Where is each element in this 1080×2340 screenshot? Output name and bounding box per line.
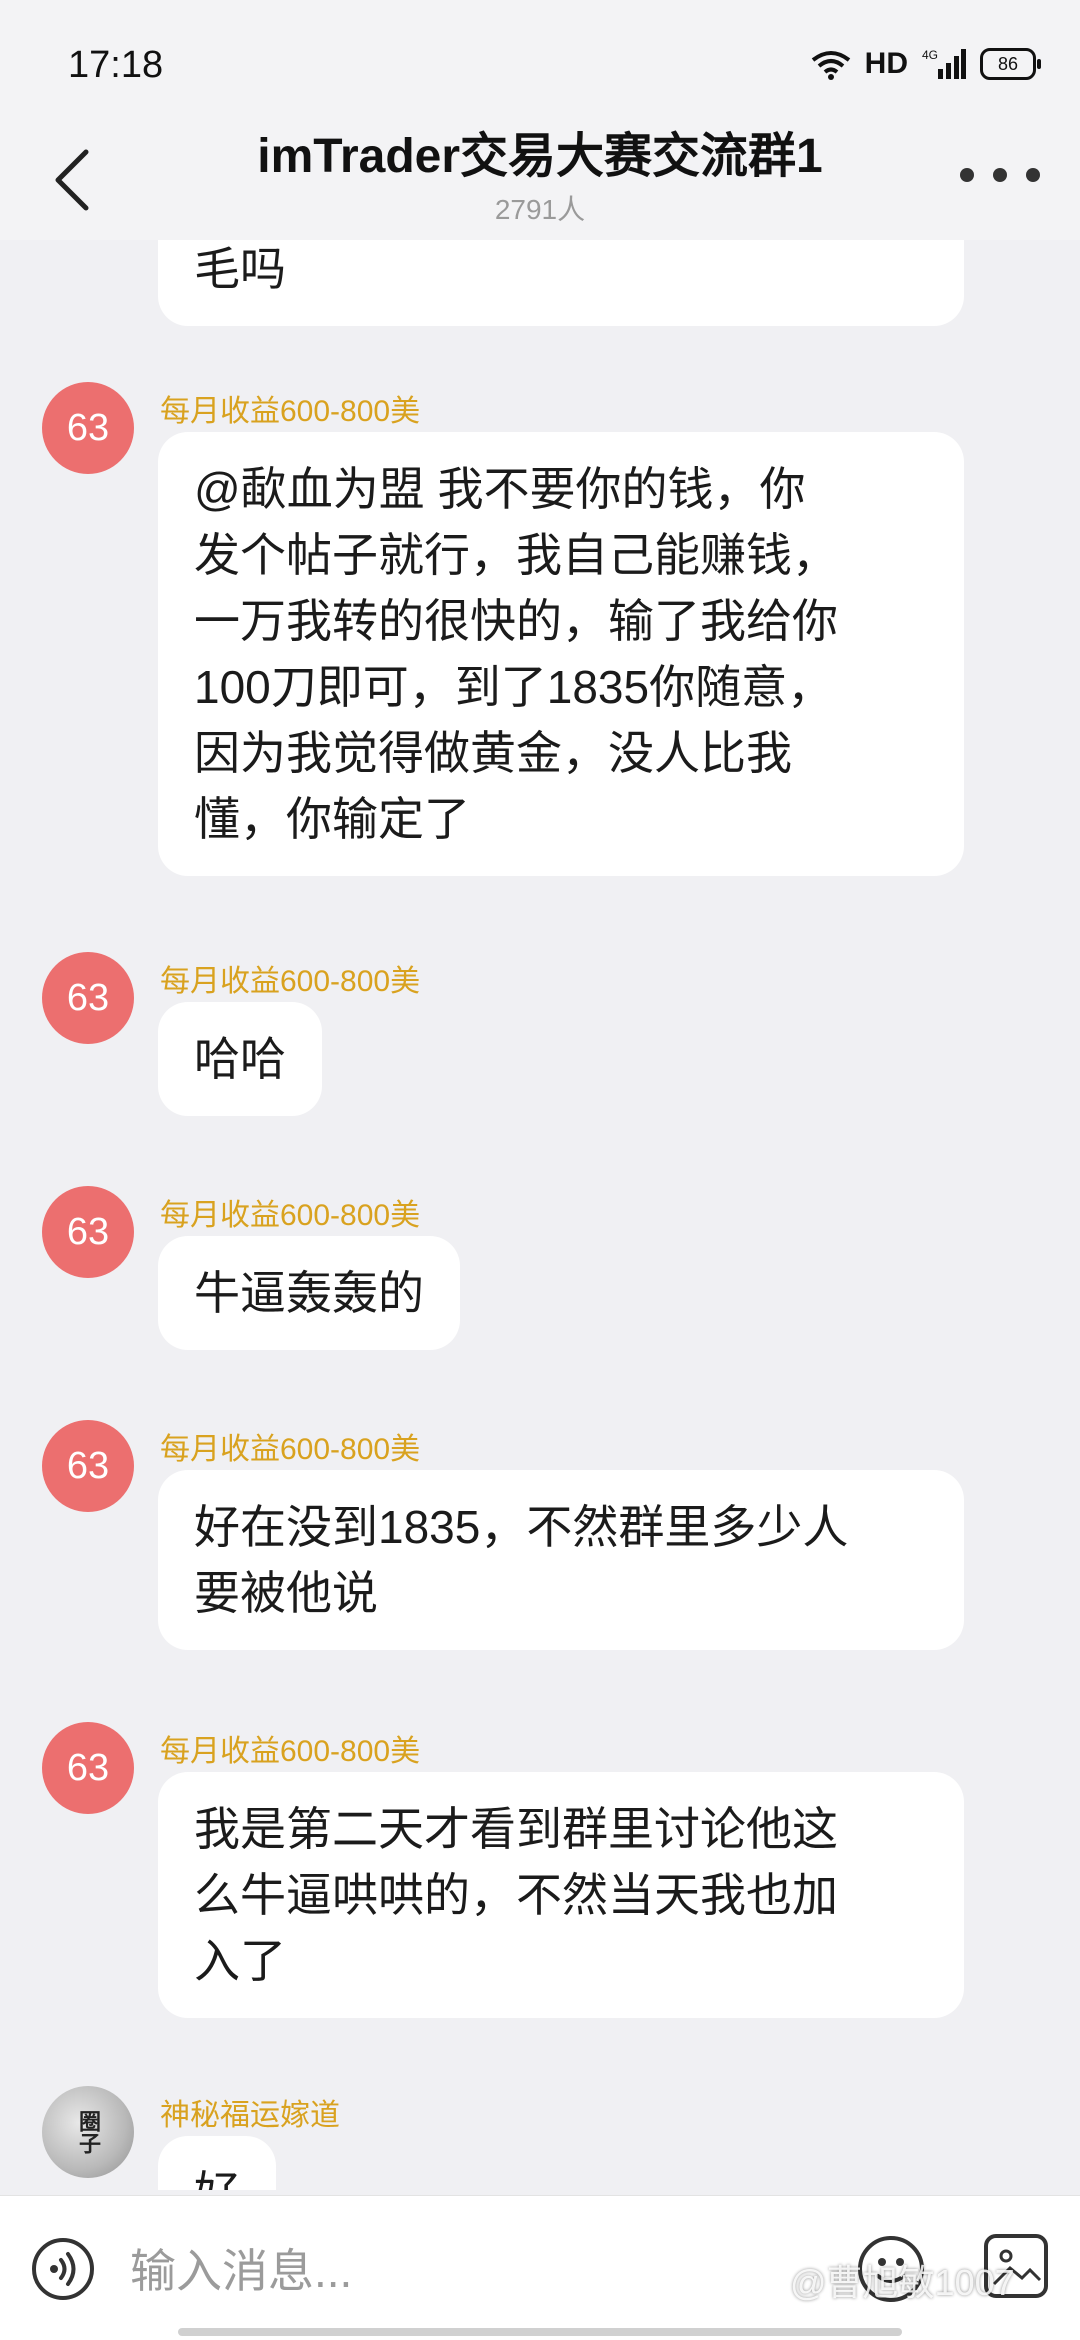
voice-button[interactable] (32, 2238, 94, 2300)
avatar[interactable]: 63 (42, 382, 134, 474)
message-text: 要被他说 (194, 1567, 378, 1619)
more-dot-icon (993, 168, 1007, 182)
more-button[interactable] (960, 150, 1040, 200)
message-text: 发个帖子就行，我自己能赚钱， (194, 529, 838, 581)
member-count: 2791人 (494, 194, 586, 225)
battery-icon: 86 (980, 48, 1041, 80)
message-text: @歃血为盟 我不要你的钱，你 (194, 463, 806, 515)
message-text: 牛逼轰轰的 (194, 1267, 424, 1319)
message-list[interactable]: 毛吗 63 每月收益600-800美 @歃血为盟 我不要你的钱，你 发个帖子就行… (0, 240, 1080, 2190)
sender-name: 每月收益600-800美 (160, 395, 421, 428)
more-dot-icon (1026, 168, 1040, 182)
message-text: 哈哈 (194, 1033, 286, 1085)
watermark: @曹旭敏1007 (790, 2262, 1015, 2303)
message-bubble[interactable]: 毛吗 (158, 240, 964, 326)
message-bubble[interactable]: 牛逼轰轰的 (158, 1236, 460, 1350)
message-input[interactable] (128, 2232, 752, 2310)
sender-name: 每月收益600-800美 (160, 965, 421, 998)
message-text: 么牛逼哄哄的，不然当天我也加 (194, 1869, 838, 1921)
message-bubble[interactable]: 哈哈 (158, 1002, 322, 1116)
message-text: 100刀即可，到了1835你随意， (194, 661, 834, 713)
message-bubble[interactable]: 好 (158, 2136, 276, 2190)
group-title: imTrader交易大赛交流群1 (257, 130, 823, 183)
message-text: 因为我觉得做黄金，没人比我 (194, 727, 792, 779)
sender-name: 每月收益600-800美 (160, 1199, 421, 1232)
message-text: 懂，你输定了 (194, 793, 470, 845)
message-text: 好 (194, 2160, 240, 2190)
avatar[interactable]: 63 (42, 952, 134, 1044)
message-bubble[interactable]: @歃血为盟 我不要你的钱，你 发个帖子就行，我自己能赚钱， 一万我转的很快的，输… (158, 432, 964, 876)
message-bubble[interactable]: 好在没到1835，不然群里多少人 要被他说 (158, 1470, 964, 1650)
avatar[interactable]: 63 (42, 1722, 134, 1814)
avatar[interactable]: 圈子 (42, 2086, 134, 2178)
status-bar: 17:18 HD 4G 86 (0, 0, 1080, 120)
home-indicator[interactable] (178, 2328, 902, 2336)
message-text: 入了 (194, 1935, 286, 1987)
sender-name: 每月收益600-800美 (160, 1735, 421, 1768)
message-text: 好在没到1835，不然群里多少人 (194, 1501, 849, 1553)
voice-icon (50, 2252, 76, 2286)
avatar[interactable]: 63 (42, 1420, 134, 1512)
message-text: 一万我转的很快的，输了我给你 (194, 595, 838, 647)
avatar[interactable]: 63 (42, 1186, 134, 1278)
message-text: 毛吗 (194, 243, 286, 295)
status-icons: HD 4G 86 (811, 44, 1041, 84)
message-text: 我是第二天才看到群里讨论他这 (194, 1803, 838, 1855)
chat-header: imTrader交易大赛交流群1 2791人 (0, 110, 1080, 240)
more-dot-icon (960, 168, 974, 182)
status-time: 17:18 (68, 44, 164, 86)
sender-name: 每月收益600-800美 (160, 1433, 421, 1466)
input-bar: @曹旭敏1007 (0, 2195, 1080, 2340)
signal-icon: 4G (922, 48, 966, 79)
wifi-icon (811, 51, 850, 80)
message-bubble[interactable]: 我是第二天才看到群里讨论他这 么牛逼哄哄的，不然当天我也加 入了 (158, 1772, 964, 2018)
sender-name: 神秘福运嫁道 (160, 2099, 340, 2132)
network-label: HD (864, 47, 908, 80)
chat-screen: 17:18 HD 4G 86 imTrader交易大赛交流群1 2791人 毛吗… (0, 0, 1080, 2340)
signal-label: 4G (922, 48, 938, 62)
avatar-text: 圈子 (76, 2110, 101, 2154)
